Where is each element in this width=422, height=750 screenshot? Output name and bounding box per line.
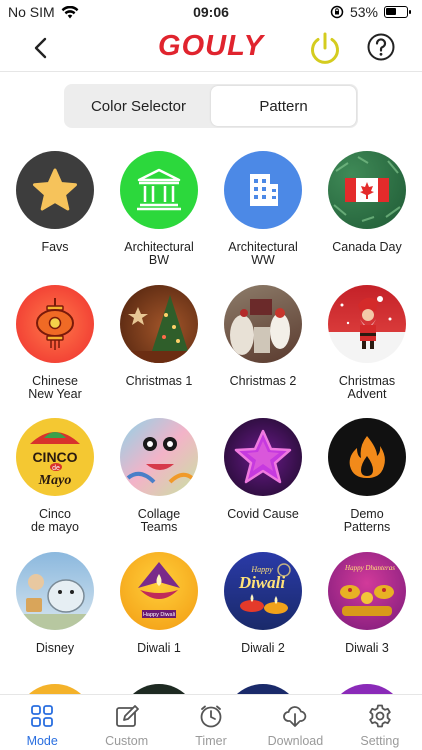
diwali-lamp-icon: Happy Diwali <box>120 552 198 630</box>
flame-icon <box>328 418 406 496</box>
pattern-label: Diwali 3 <box>345 641 389 655</box>
pattern-item-collage-teams[interactable]: Collage Teams <box>107 418 211 534</box>
tab-custom[interactable]: Custom <box>84 695 168 750</box>
timer-icon <box>200 705 222 728</box>
pattern-item-chinese-new-year[interactable]: Chinese New Year <box>3 285 107 401</box>
pattern-label: Christmas Advent <box>338 374 396 401</box>
pattern-item-favs[interactable]: Favs <box>3 151 107 254</box>
gear-icon <box>369 704 391 728</box>
pattern-item-architectural-ww[interactable]: Architectural WW <box>211 151 315 267</box>
battery-percent: 53% <box>349 4 378 20</box>
pattern-item-disney[interactable]: Disney <box>3 552 107 655</box>
christmas-decor-photo <box>224 285 302 363</box>
pattern-item-demo-patterns[interactable]: Demo Patterns <box>315 418 419 534</box>
tab-label: Setting <box>360 734 400 748</box>
mode-segmented-control: Color Selector Pattern <box>64 84 358 128</box>
office-building-icon <box>224 151 302 229</box>
status-bar: No SIM 09:06 53% <box>0 0 422 26</box>
tab-timer[interactable]: Timer <box>169 695 253 750</box>
diwali-2-diwali: Diwali <box>238 573 286 592</box>
pattern-item-cinco-de-mayo[interactable]: CINCO de Mayo Cinco de mayo <box>3 418 107 534</box>
pattern-label: Architectural BW <box>124 240 194 267</box>
pattern-label: Collage Teams <box>137 507 181 534</box>
pattern-label: Favs <box>41 240 69 254</box>
lantern-icon <box>16 285 94 363</box>
status-right: 53% <box>330 4 411 20</box>
diwali-3-text: Happy Dhanteras <box>344 564 395 572</box>
power-icon[interactable] <box>306 30 344 68</box>
tab-color-selector[interactable]: Color Selector <box>66 86 211 126</box>
pattern-item-christmas-1[interactable]: Christmas 1 <box>107 285 211 388</box>
tab-pattern[interactable]: Pattern <box>211 86 356 126</box>
pattern-label: Canada Day <box>332 240 402 254</box>
tab-label: Mode <box>26 734 58 748</box>
pattern-label: Diwali 2 <box>241 641 285 655</box>
pattern-label: Christmas 2 <box>229 374 297 388</box>
pattern-item-diwali-2[interactable]: Happy Diwali Diwali 2 <box>211 552 315 655</box>
grid-icon <box>31 705 54 727</box>
pattern-item-diwali-1[interactable]: Happy Diwali Diwali 1 <box>107 552 211 655</box>
pattern-item-christmas-advent[interactable]: Christmas Advent <box>315 285 419 401</box>
tab-setting[interactable]: Setting <box>338 695 422 750</box>
purple-star-icon <box>224 418 302 496</box>
orientation-lock-icon <box>330 5 344 19</box>
happy-dhanteras-art: Happy Dhanteras <box>328 552 406 630</box>
pattern-item-canada-day[interactable]: Canada Day <box>315 151 419 254</box>
tab-label: Download <box>267 734 324 748</box>
santa-photo <box>328 285 406 363</box>
pattern-label: Covid Cause <box>227 507 299 521</box>
tab-label: Timer <box>195 734 227 748</box>
pattern-item-diwali-3[interactable]: Happy Dhanteras Diwali 3 <box>315 552 419 655</box>
pattern-label: Diwali 1 <box>137 641 181 655</box>
tab-mode[interactable]: Mode <box>0 695 84 750</box>
tab-label: Custom <box>105 734 149 748</box>
pattern-item-architectural-bw[interactable]: Architectural BW <box>107 151 211 267</box>
pattern-item-christmas-2[interactable]: Christmas 2 <box>211 285 315 388</box>
diwali-1-text: Happy Diwali <box>143 612 175 618</box>
canada-flag-icon <box>328 151 406 229</box>
christmas-tree-photo <box>120 285 198 363</box>
happy-diwali-art: Happy Diwali <box>224 552 302 630</box>
cinco-line3: Mayo <box>38 473 72 488</box>
building-columns-icon <box>120 151 198 229</box>
sombrero-icon: CINCO de Mayo <box>16 418 94 496</box>
disney-art <box>16 552 94 630</box>
cinco-line1: CINCO <box>32 449 77 465</box>
pattern-label: Cinco de mayo <box>31 507 79 534</box>
pattern-label: Demo Patterns <box>343 507 391 534</box>
header: GOULY <box>0 26 422 72</box>
pattern-label: Christmas 1 <box>125 374 193 388</box>
battery-icon <box>384 6 411 18</box>
pattern-label: Disney <box>35 641 75 655</box>
pattern-label: Chinese New Year <box>28 374 82 401</box>
help-icon[interactable] <box>366 32 396 62</box>
battery-fill <box>386 8 397 15</box>
star-icon <box>16 151 94 229</box>
tab-download[interactable]: Download <box>253 695 337 750</box>
cinco-line2: de <box>52 465 60 472</box>
bottom-tab-bar: Mode Custom Timer Download Setting <box>0 694 422 750</box>
edit-icon <box>115 705 139 727</box>
pattern-label: Architectural WW <box>228 240 298 267</box>
collage-art <box>120 418 198 496</box>
app-logo: GOULY <box>158 30 264 62</box>
cloud-download-icon <box>283 706 307 727</box>
pattern-item-covid-cause[interactable]: Covid Cause <box>211 418 315 521</box>
